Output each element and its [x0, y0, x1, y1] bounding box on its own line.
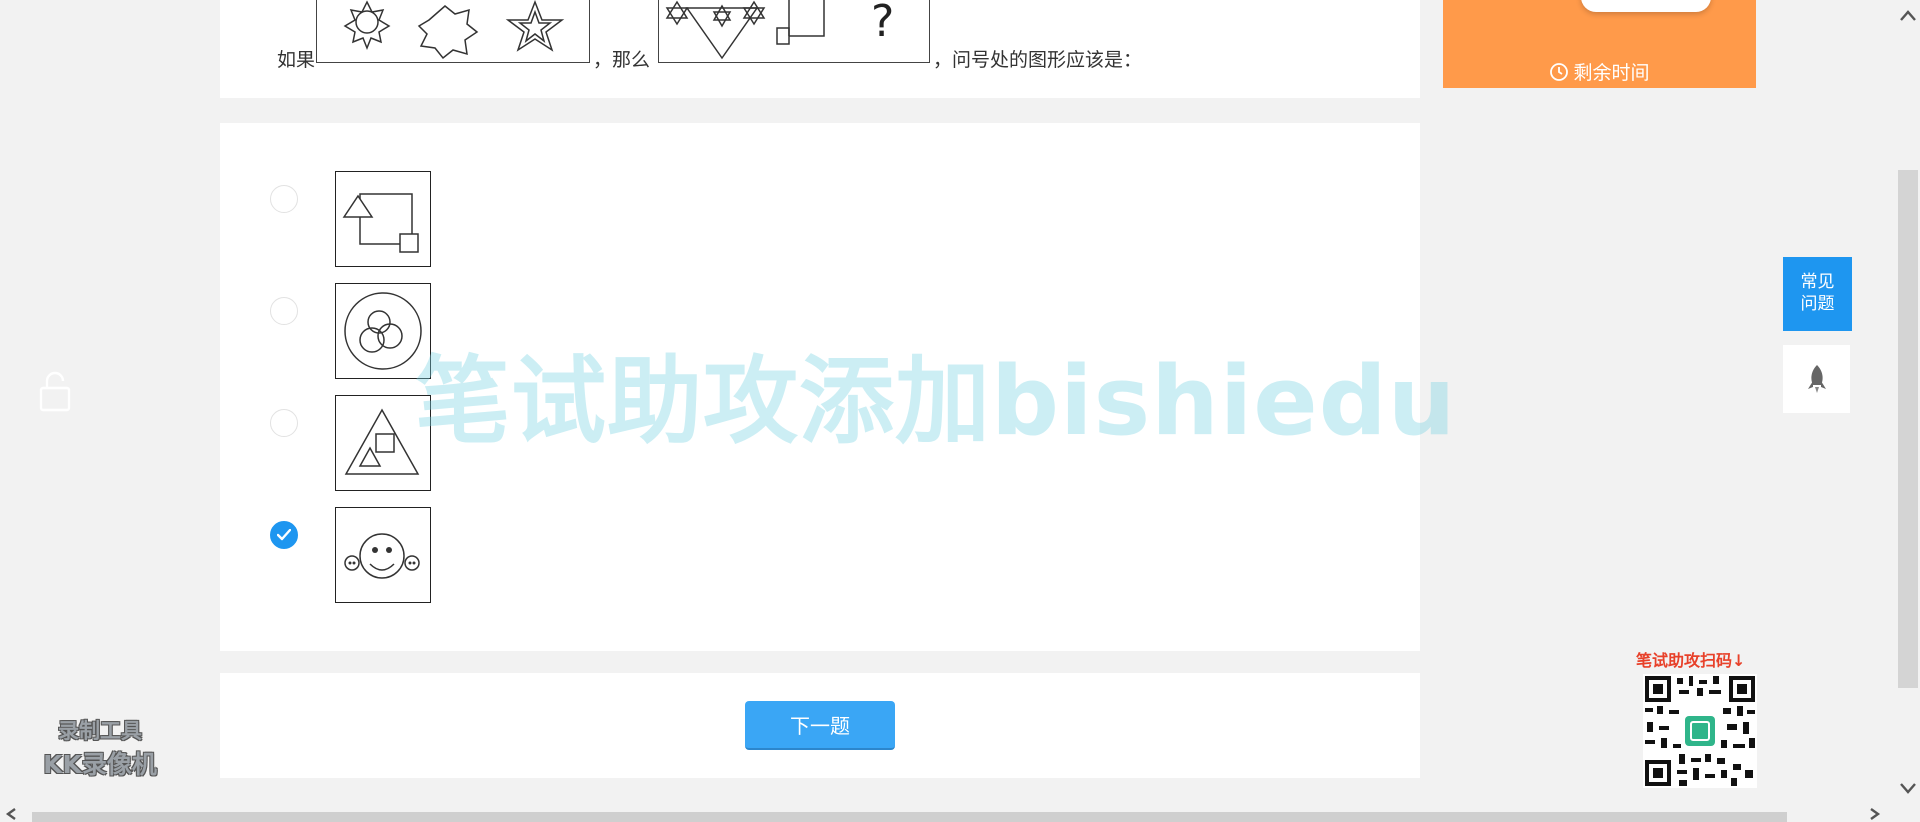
option-b-radio[interactable] [270, 297, 298, 325]
scroll-up-icon[interactable] [1898, 8, 1918, 24]
recorder-logo: 录制工具 KK录像机 [30, 715, 170, 781]
circles-figure [344, 292, 422, 370]
option-a-radio[interactable] [270, 185, 298, 213]
recorder-logo-line1: 录制工具 [58, 719, 142, 743]
next-question-button[interactable]: 下一题 [745, 701, 895, 750]
option-c-figure[interactable] [335, 395, 431, 491]
rocket-icon [1808, 365, 1826, 393]
option-b-figure[interactable] [335, 283, 431, 379]
qr-code [1643, 674, 1757, 788]
vertical-scrollbar-thumb[interactable] [1898, 170, 1918, 688]
option-c[interactable] [248, 395, 648, 493]
stem-figure-given [316, 0, 590, 63]
given-figures-graphic [343, 0, 565, 60]
option-d-figure[interactable] [335, 507, 431, 603]
triangles-figure [344, 408, 420, 475]
timer-panel: 剩余时间 [1443, 0, 1756, 88]
faq-button[interactable]: 常见 问题 [1783, 257, 1852, 331]
timer-label-row: 剩余时间 [1443, 58, 1756, 85]
clock-icon [1550, 63, 1569, 81]
scroll-left-icon[interactable] [4, 807, 20, 821]
back-to-top-button[interactable] [1783, 345, 1850, 413]
option-d[interactable] [248, 507, 648, 605]
qr-caption: 笔试助攻扫码↓ [1636, 651, 1746, 670]
scroll-down-icon[interactable] [1898, 780, 1918, 796]
svg-text:?: ? [871, 0, 894, 47]
stem-prefix: 如果 [277, 49, 316, 71]
stem-figure-target: ? [658, 0, 930, 63]
timer-label: 剩余时间 [1573, 62, 1650, 84]
horizontal-scrollbar[interactable] [0, 805, 1920, 822]
faq-label-line1: 常见 [1800, 272, 1835, 292]
qr-code-graphic [1643, 674, 1757, 788]
check-icon [277, 529, 291, 541]
option-a[interactable] [248, 171, 648, 269]
options-card [220, 123, 1420, 651]
horizontal-scrollbar-thumb[interactable] [32, 812, 1787, 822]
option-c-radio[interactable] [270, 409, 298, 437]
recorder-logo-line2: KK录像机 [43, 750, 157, 779]
lock-icon[interactable] [38, 370, 72, 414]
square-triangle-figure [342, 193, 419, 253]
smiley-figure [344, 533, 420, 579]
stem-suffix: ，问号处的图形应该是： [933, 49, 1143, 71]
faq-label-line2: 问题 [1800, 294, 1835, 314]
scroll-right-icon[interactable] [1866, 807, 1882, 821]
target-figures-graphic: ? [665, 0, 894, 60]
navigation-card: 下一题 [220, 673, 1420, 778]
question-card: 如果 ，那么 ? ，问号处的图形应该是： [220, 0, 1420, 98]
timer-bubble [1581, 0, 1711, 12]
stem-middle: ，那么 [593, 49, 651, 71]
vertical-scrollbar[interactable] [1896, 0, 1920, 805]
option-b[interactable] [248, 283, 648, 381]
option-d-radio[interactable] [270, 521, 298, 549]
option-a-figure[interactable] [335, 171, 431, 267]
